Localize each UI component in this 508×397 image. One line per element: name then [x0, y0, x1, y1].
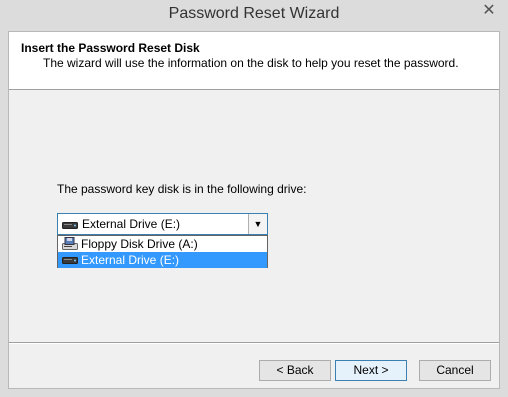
dropdown-option-label: External Drive (E:) [81, 253, 180, 267]
chevron-down-icon[interactable]: ▼ [248, 214, 267, 234]
external-drive-icon [62, 219, 78, 233]
back-button[interactable]: < Back [259, 360, 331, 381]
drive-label: The password key disk is in the followin… [57, 182, 307, 196]
page-description: The wizard will use the information on t… [43, 56, 459, 70]
dropdown-option-label: Floppy Disk Drive (A:) [81, 237, 198, 251]
cancel-button[interactable]: Cancel [419, 360, 491, 381]
drive-dropdown-list: Floppy Disk Drive (A:) External Drive (E… [57, 235, 268, 268]
wizard-window: Password Reset Wizard ✕ Insert the Passw… [0, 0, 508, 397]
next-button[interactable]: Next > [335, 360, 407, 381]
combobox-value: External Drive (E:) [82, 217, 181, 231]
page-title: Insert the Password Reset Disk [21, 41, 200, 55]
window-title: Password Reset Wizard [168, 5, 340, 22]
wizard-content: Insert the Password Reset Disk The wizar… [8, 31, 500, 389]
header-panel: Insert the Password Reset Disk The wizar… [9, 32, 499, 90]
external-drive-icon [62, 253, 78, 270]
drive-combobox[interactable]: External Drive (E:) ▼ [57, 213, 268, 235]
close-button[interactable]: ✕ [478, 1, 500, 21]
dropdown-option-floppy[interactable]: Floppy Disk Drive (A:) [58, 236, 267, 252]
dropdown-option-external[interactable]: External Drive (E:) [58, 252, 267, 268]
title-bar: Password Reset Wizard ✕ [0, 0, 508, 30]
footer-divider [9, 342, 499, 344]
